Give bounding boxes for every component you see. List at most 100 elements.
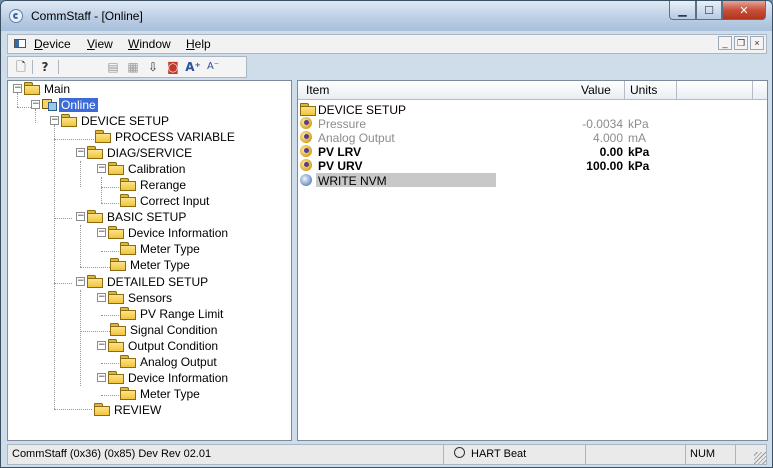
tree-node-process-variable[interactable]: PROCESS VARIABLE bbox=[95, 130, 235, 146]
tree-node-device-information-2[interactable]: Device Information bbox=[108, 371, 228, 387]
column-header-value[interactable]: Value bbox=[581, 83, 611, 97]
folder-icon bbox=[87, 146, 103, 159]
row-units: mA bbox=[628, 131, 646, 145]
folder-icon bbox=[95, 130, 111, 143]
tree-line bbox=[54, 218, 72, 219]
tree-node-analog-output[interactable]: Analog Output bbox=[120, 355, 217, 371]
list-row[interactable]: PV LRV 0.00 kPa bbox=[300, 145, 760, 159]
title-bar[interactable]: CommStaff - [Online] ▁ ☐ ✕ bbox=[1, 1, 772, 31]
help-icon[interactable]: ? bbox=[36, 59, 54, 75]
write-icon[interactable]: ▦ bbox=[124, 59, 142, 75]
device-tree[interactable]: − − − − − − − − − − − Main Online DEVICE… bbox=[7, 80, 292, 441]
status-bar: CommStaff (0x36) (0x85) Dev Rev 02.01 HA… bbox=[7, 444, 767, 465]
new-icon[interactable]: 🗋 bbox=[12, 59, 30, 75]
tree-node-device-information[interactable]: Device Information bbox=[108, 226, 228, 242]
tree-node-review[interactable]: REVIEW bbox=[94, 403, 161, 419]
collapse-basic-setup-toggle[interactable]: − bbox=[76, 212, 85, 221]
tree-node-meter-type-2[interactable]: Meter Type bbox=[110, 258, 190, 274]
column-header-item[interactable]: Item bbox=[306, 83, 329, 97]
menu-device[interactable]: Device bbox=[34, 37, 71, 51]
tree-node-meter-type[interactable]: Meter Type bbox=[120, 242, 200, 258]
collapse-calibration-toggle[interactable]: − bbox=[97, 164, 106, 173]
collapse-diag-service-toggle[interactable]: − bbox=[76, 148, 85, 157]
tree-node-signal-condition[interactable]: Signal Condition bbox=[110, 323, 217, 339]
font-larger-icon[interactable]: A⁺ bbox=[184, 59, 202, 75]
tree-node-online[interactable]: Online bbox=[41, 98, 98, 114]
close-button[interactable]: ✕ bbox=[722, 1, 766, 20]
tree-line bbox=[101, 315, 119, 316]
column-divider[interactable] bbox=[752, 81, 753, 99]
collapse-output-condition-toggle[interactable]: − bbox=[97, 341, 106, 350]
folder-icon bbox=[110, 258, 126, 271]
list-row[interactable]: Pressure -0.0034 kPa bbox=[300, 117, 760, 131]
font-smaller-icon[interactable]: A⁻ bbox=[204, 59, 222, 75]
tree-node-label: Correct Input bbox=[140, 194, 210, 208]
window-title: CommStaff - [Online] bbox=[31, 9, 143, 23]
tree-node-detailed-setup[interactable]: DETAILED SETUP bbox=[87, 275, 208, 291]
column-header-units[interactable]: Units bbox=[630, 83, 657, 97]
list-header: Item Value Units bbox=[298, 81, 767, 100]
row-label: Analog Output bbox=[318, 131, 395, 145]
minimize-button[interactable]: ▁ bbox=[669, 1, 696, 20]
collapse-device-information-toggle[interactable]: − bbox=[97, 228, 106, 237]
tree-node-label: Calibration bbox=[128, 162, 186, 176]
tree-node-label: Output Condition bbox=[128, 339, 219, 353]
toolbar-separator bbox=[58, 60, 59, 74]
tree-node-diag-service[interactable]: DIAG/SERVICE bbox=[87, 146, 192, 162]
folder-icon bbox=[61, 114, 77, 127]
tree-node-pv-range-limit[interactable]: PV Range Limit bbox=[120, 307, 223, 323]
folder-icon bbox=[120, 194, 136, 207]
document-window-icon[interactable] bbox=[14, 39, 26, 48]
tree-node-correct-input[interactable]: Correct Input bbox=[120, 194, 209, 210]
parameter-list[interactable]: Item Value Units DEVICE SETUP Pressure -… bbox=[297, 80, 768, 441]
maximize-button[interactable]: ☐ bbox=[696, 1, 722, 20]
tree-line bbox=[101, 395, 119, 396]
column-divider[interactable] bbox=[676, 81, 677, 99]
tree-node-label: REVIEW bbox=[114, 403, 162, 417]
mdi-restore-button[interactable]: ❐ bbox=[734, 36, 748, 50]
tree-node-output-condition[interactable]: Output Condition bbox=[108, 339, 218, 355]
list-row-selected[interactable]: WRITE NVM bbox=[300, 173, 760, 188]
collapse-main-toggle[interactable]: − bbox=[13, 84, 22, 93]
mdi-minimize-button[interactable]: _ bbox=[718, 36, 732, 50]
tree-node-rerange[interactable]: Rerange bbox=[120, 178, 186, 194]
device-online-icon bbox=[41, 98, 57, 111]
menu-help[interactable]: Help bbox=[186, 37, 211, 51]
tree-line bbox=[80, 267, 110, 268]
collapse-online-toggle[interactable]: − bbox=[31, 100, 40, 109]
download-icon[interactable]: ⇩ bbox=[144, 59, 162, 75]
resize-grip-icon[interactable] bbox=[754, 452, 766, 464]
tree-node-calibration[interactable]: Calibration bbox=[108, 162, 185, 178]
collapse-sensors-toggle[interactable]: − bbox=[97, 293, 106, 302]
red-device-icon[interactable]: ◙ bbox=[164, 59, 182, 75]
folder-icon bbox=[300, 103, 316, 116]
row-label: WRITE NVM bbox=[318, 174, 387, 188]
menu-view[interactable]: View bbox=[87, 37, 113, 51]
tree-node-sensors[interactable]: Sensors bbox=[108, 291, 172, 307]
read-icon[interactable]: ▤ bbox=[104, 59, 122, 75]
row-label: PV LRV bbox=[318, 145, 362, 159]
folder-icon bbox=[108, 162, 124, 175]
mdi-close-button[interactable]: × bbox=[750, 36, 764, 50]
folder-icon bbox=[120, 307, 136, 320]
collapse-detailed-setup-toggle[interactable]: − bbox=[76, 277, 85, 286]
folder-icon bbox=[24, 82, 40, 95]
menu-window[interactable]: Window bbox=[128, 37, 171, 51]
list-row[interactable]: PV URV 100.00 kPa bbox=[300, 159, 760, 173]
row-value: 100.00 bbox=[586, 159, 623, 173]
collapse-device-information-2-toggle[interactable]: − bbox=[97, 373, 106, 382]
tree-line bbox=[101, 203, 119, 204]
column-divider[interactable] bbox=[624, 81, 625, 99]
tree-node-basic-setup[interactable]: BASIC SETUP bbox=[87, 210, 186, 226]
tree-node-meter-type-3[interactable]: Meter Type bbox=[120, 387, 200, 403]
list-row[interactable]: DEVICE SETUP bbox=[300, 103, 760, 117]
tree-node-main[interactable]: Main bbox=[24, 82, 70, 98]
tree-node-label: DIAG/SERVICE bbox=[107, 146, 193, 160]
variable-icon bbox=[300, 145, 312, 157]
folder-icon bbox=[108, 371, 124, 384]
collapse-device-setup-toggle[interactable]: − bbox=[50, 116, 59, 125]
list-row[interactable]: Analog Output 4.000 mA bbox=[300, 131, 760, 145]
tree-line bbox=[17, 93, 18, 107]
tree-node-label: Rerange bbox=[140, 178, 187, 192]
tree-node-device-setup[interactable]: DEVICE SETUP bbox=[61, 114, 169, 130]
